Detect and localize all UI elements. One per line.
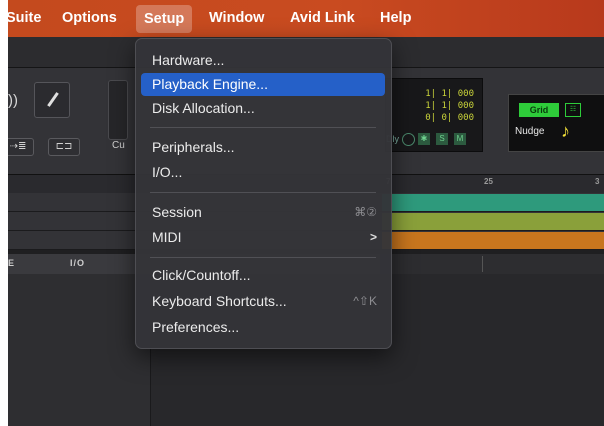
- submenu-chevron-icon: >: [369, 230, 377, 244]
- menu-help[interactable]: Help: [380, 0, 411, 37]
- note-icon: ♪: [561, 121, 570, 141]
- menu-item-label: Hardware...: [152, 52, 225, 68]
- io-column-header[interactable]: I/O: [70, 258, 85, 268]
- counter-line-1: 1| 1| 000: [425, 89, 474, 99]
- app-window: Suite Options Setup Window Avid Link Hel…: [8, 0, 604, 426]
- menu-item-label: Click/Countoff...: [152, 267, 251, 283]
- record-circle-icon[interactable]: [402, 133, 415, 146]
- tool-cluster[interactable]: [108, 80, 128, 140]
- menu-item-label: Playback Engine...: [152, 76, 268, 92]
- grid-value-icon[interactable]: ☷: [565, 103, 581, 117]
- menu-item-midi[interactable]: MIDI >: [141, 226, 385, 249]
- menu-bar: Suite Options Setup Window Avid Link Hel…: [8, 0, 604, 37]
- menu-item-click-countoff[interactable]: Click/Countoff...: [141, 264, 385, 287]
- menu-options[interactable]: Options: [62, 0, 117, 37]
- ruler-mark: 3: [595, 177, 600, 186]
- menu-item-keyboard-shortcuts[interactable]: Keyboard Shortcuts... ^⇧K: [141, 290, 385, 313]
- menu-item-label: Peripherals...: [152, 139, 235, 155]
- cut-label: Cu: [112, 140, 125, 151]
- grid-button[interactable]: Grid: [519, 103, 559, 117]
- menu-separator: [150, 127, 376, 128]
- menu-item-label: Keyboard Shortcuts...: [152, 293, 287, 309]
- menu-item-preferences[interactable]: Preferences...: [141, 316, 385, 339]
- menu-separator: [150, 257, 376, 258]
- menu-item-label: Session: [152, 204, 202, 220]
- menu-item-hardware[interactable]: Hardware...: [141, 49, 385, 72]
- session-shortcut: ⌘②: [354, 205, 377, 219]
- column-divider: [482, 256, 483, 272]
- menu-item-label: I/O...: [152, 164, 183, 180]
- solo-safe-badge[interactable]: ✱: [418, 133, 430, 145]
- view-toggle-button[interactable]: ⊏⊐: [48, 138, 80, 156]
- counter-line-2: 1| 1| 000: [425, 101, 474, 111]
- orange-track-lane[interactable]: [382, 232, 604, 249]
- menu-item-label: MIDI: [152, 229, 182, 245]
- keyboard-shortcuts-shortcut: ^⇧K: [353, 294, 377, 308]
- menu-item-label: Preferences...: [152, 319, 240, 335]
- olive-track-lane[interactable]: [382, 213, 604, 230]
- solo-badge[interactable]: S: [436, 133, 448, 145]
- menu-item-io[interactable]: I/O...: [141, 161, 385, 184]
- menu-setup[interactable]: Setup: [136, 5, 193, 33]
- menu-item-playback-engine[interactable]: Playback Engine...: [141, 73, 385, 96]
- pencil-icon: [47, 92, 59, 107]
- teal-track-lane[interactable]: [382, 194, 604, 211]
- menu-item-peripherals[interactable]: Peripherals...: [141, 136, 385, 159]
- ruler-mark: 25: [484, 177, 493, 186]
- edit-column-header: [380, 254, 604, 274]
- menu-item-session[interactable]: Session ⌘②: [141, 201, 385, 224]
- menu-item-label: Disk Allocation...: [152, 100, 255, 116]
- menu-item-disk-allocation[interactable]: Disk Allocation...: [141, 97, 385, 120]
- track-list-pane[interactable]: [8, 274, 151, 426]
- pencil-tool-button[interactable]: [34, 82, 70, 118]
- nudge-label[interactable]: Nudge: [515, 126, 544, 137]
- speaker-icon[interactable]: )): [8, 92, 18, 109]
- counter-line-3: 0| 0| 000: [425, 113, 474, 123]
- menu-suite[interactable]: Suite: [8, 0, 41, 37]
- column-header-label[interactable]: E: [8, 258, 15, 268]
- setup-dropdown-menu: Hardware... Playback Engine... Disk Allo…: [135, 38, 392, 349]
- menu-separator: [150, 192, 376, 193]
- main-counter[interactable]: 1| 1| 000 1| 1| 000 0| 0| 000 Dly ✱ S M: [385, 78, 483, 152]
- mute-badge[interactable]: M: [454, 133, 466, 145]
- grid-nudge-panel: Grid ☷ Nudge ♪: [508, 94, 604, 152]
- menu-window[interactable]: Window: [209, 0, 264, 37]
- menu-avid-link[interactable]: Avid Link: [290, 0, 355, 37]
- zoom-toggle-button[interactable]: ⇢≣: [8, 138, 34, 156]
